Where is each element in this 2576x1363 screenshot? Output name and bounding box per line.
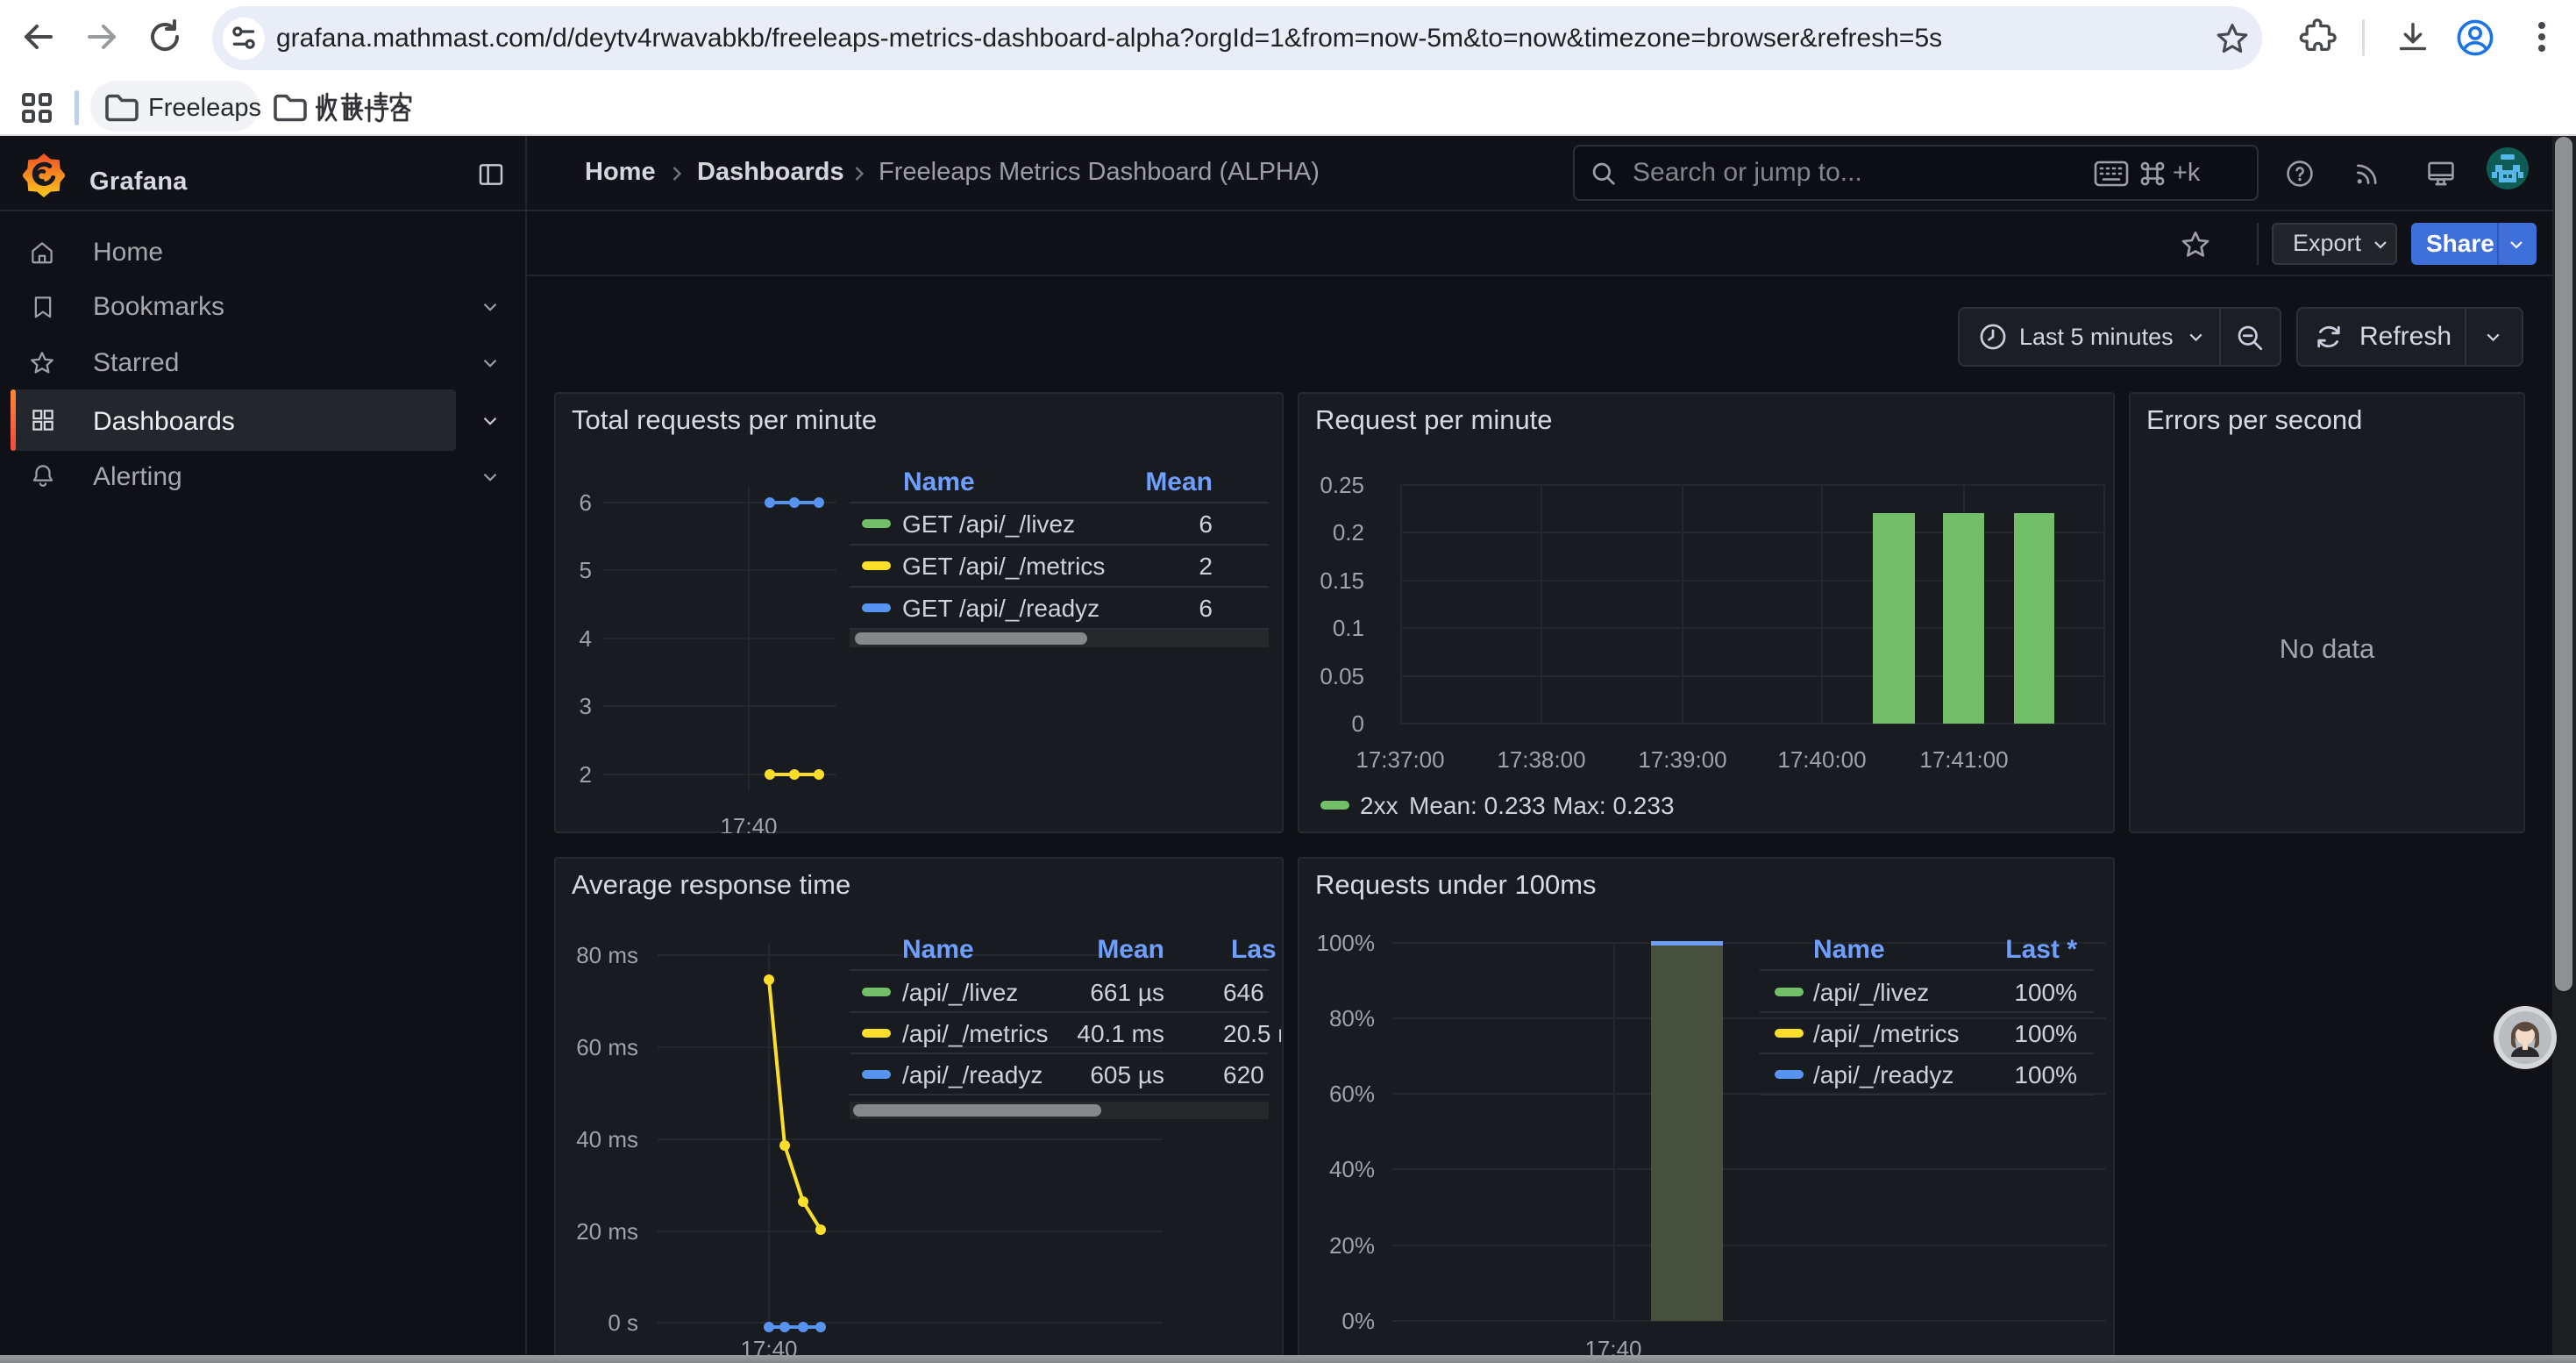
svg-text:GET /api/_/readyz: GET /api/_/readyz	[902, 595, 1099, 622]
svg-text:Name: Name	[903, 467, 975, 496]
svg-text:646: 646	[1223, 979, 1264, 1006]
svg-text:/api/_/livez: /api/_/livez	[1813, 979, 1929, 1006]
svg-text:40 ms: 40 ms	[576, 1126, 638, 1152]
svg-text:661 µs: 661 µs	[1090, 979, 1164, 1006]
svg-text:6: 6	[1199, 595, 1213, 622]
svg-text:Mean: Mean	[1145, 467, 1213, 496]
svg-text:0.15: 0.15	[1320, 567, 1364, 594]
svg-text:0.2: 0.2	[1333, 519, 1364, 546]
svg-text:80%: 80%	[1329, 1005, 1375, 1031]
svg-text:20%: 20%	[1329, 1232, 1375, 1259]
svg-text:620: 620	[1223, 1061, 1264, 1088]
svg-text:100%: 100%	[2014, 1061, 2077, 1088]
svg-text:0.05: 0.05	[1320, 663, 1364, 689]
svg-text:605 µs: 605 µs	[1090, 1061, 1164, 1088]
svg-text:20.5 r: 20.5 r	[1223, 1020, 1281, 1047]
svg-text:40.1 ms: 40.1 ms	[1077, 1020, 1164, 1047]
svg-text:100%: 100%	[2014, 979, 2077, 1006]
svg-text:2: 2	[1199, 553, 1213, 580]
svg-text:40%: 40%	[1329, 1156, 1375, 1182]
svg-text:4: 4	[580, 625, 592, 652]
svg-text:/api/_/metrics: /api/_/metrics	[1813, 1020, 1960, 1047]
svg-text:Max: 0.233: Max: 0.233	[1553, 792, 1675, 819]
svg-text:/api/_/livez: /api/_/livez	[902, 979, 1018, 1006]
svg-text:60 ms: 60 ms	[576, 1034, 638, 1060]
svg-text:0.25: 0.25	[1320, 472, 1364, 498]
svg-text:80 ms: 80 ms	[576, 942, 638, 968]
svg-text:100%: 100%	[2014, 1020, 2077, 1047]
svg-text:0: 0	[1352, 710, 1364, 737]
svg-text:60%: 60%	[1329, 1081, 1375, 1107]
svg-text:3: 3	[580, 693, 592, 719]
svg-text:Las: Las	[1231, 935, 1277, 964]
svg-text:2xx: 2xx	[1360, 792, 1398, 819]
svg-text:17:37:00: 17:37:00	[1356, 746, 1444, 773]
svg-text:Mean: Mean	[1097, 935, 1164, 964]
svg-text:0%: 0%	[1341, 1308, 1375, 1334]
svg-text:Name: Name	[1813, 935, 1885, 964]
svg-text:2: 2	[580, 761, 592, 788]
svg-text:17:38:00: 17:38:00	[1497, 746, 1585, 773]
svg-text:/api/_/metrics: /api/_/metrics	[902, 1020, 1049, 1047]
svg-text:0.1: 0.1	[1333, 615, 1364, 641]
svg-text:17:40: 17:40	[720, 813, 777, 833]
svg-text:Last *: Last *	[2005, 935, 2077, 964]
svg-text:6: 6	[580, 489, 592, 516]
svg-text:/api/_/readyz: /api/_/readyz	[1813, 1061, 1953, 1088]
svg-text:6: 6	[1199, 510, 1213, 538]
svg-text:Mean: 0.233: Mean: 0.233	[1409, 792, 1546, 819]
svg-text:17:40:00: 17:40:00	[1777, 746, 1866, 773]
svg-text:Name: Name	[902, 935, 974, 964]
svg-text:GET /api/_/livez: GET /api/_/livez	[902, 510, 1075, 538]
svg-text:GET /api/_/metrics: GET /api/_/metrics	[902, 553, 1105, 580]
svg-text:0 s: 0 s	[608, 1309, 638, 1336]
svg-text:17:39:00: 17:39:00	[1638, 746, 1726, 773]
svg-text:/api/_/readyz: /api/_/readyz	[902, 1061, 1042, 1088]
svg-text:20 ms: 20 ms	[576, 1218, 638, 1245]
svg-text:5: 5	[580, 557, 592, 583]
svg-text:100%: 100%	[1317, 930, 1376, 956]
svg-text:17:41:00: 17:41:00	[1919, 746, 2008, 773]
